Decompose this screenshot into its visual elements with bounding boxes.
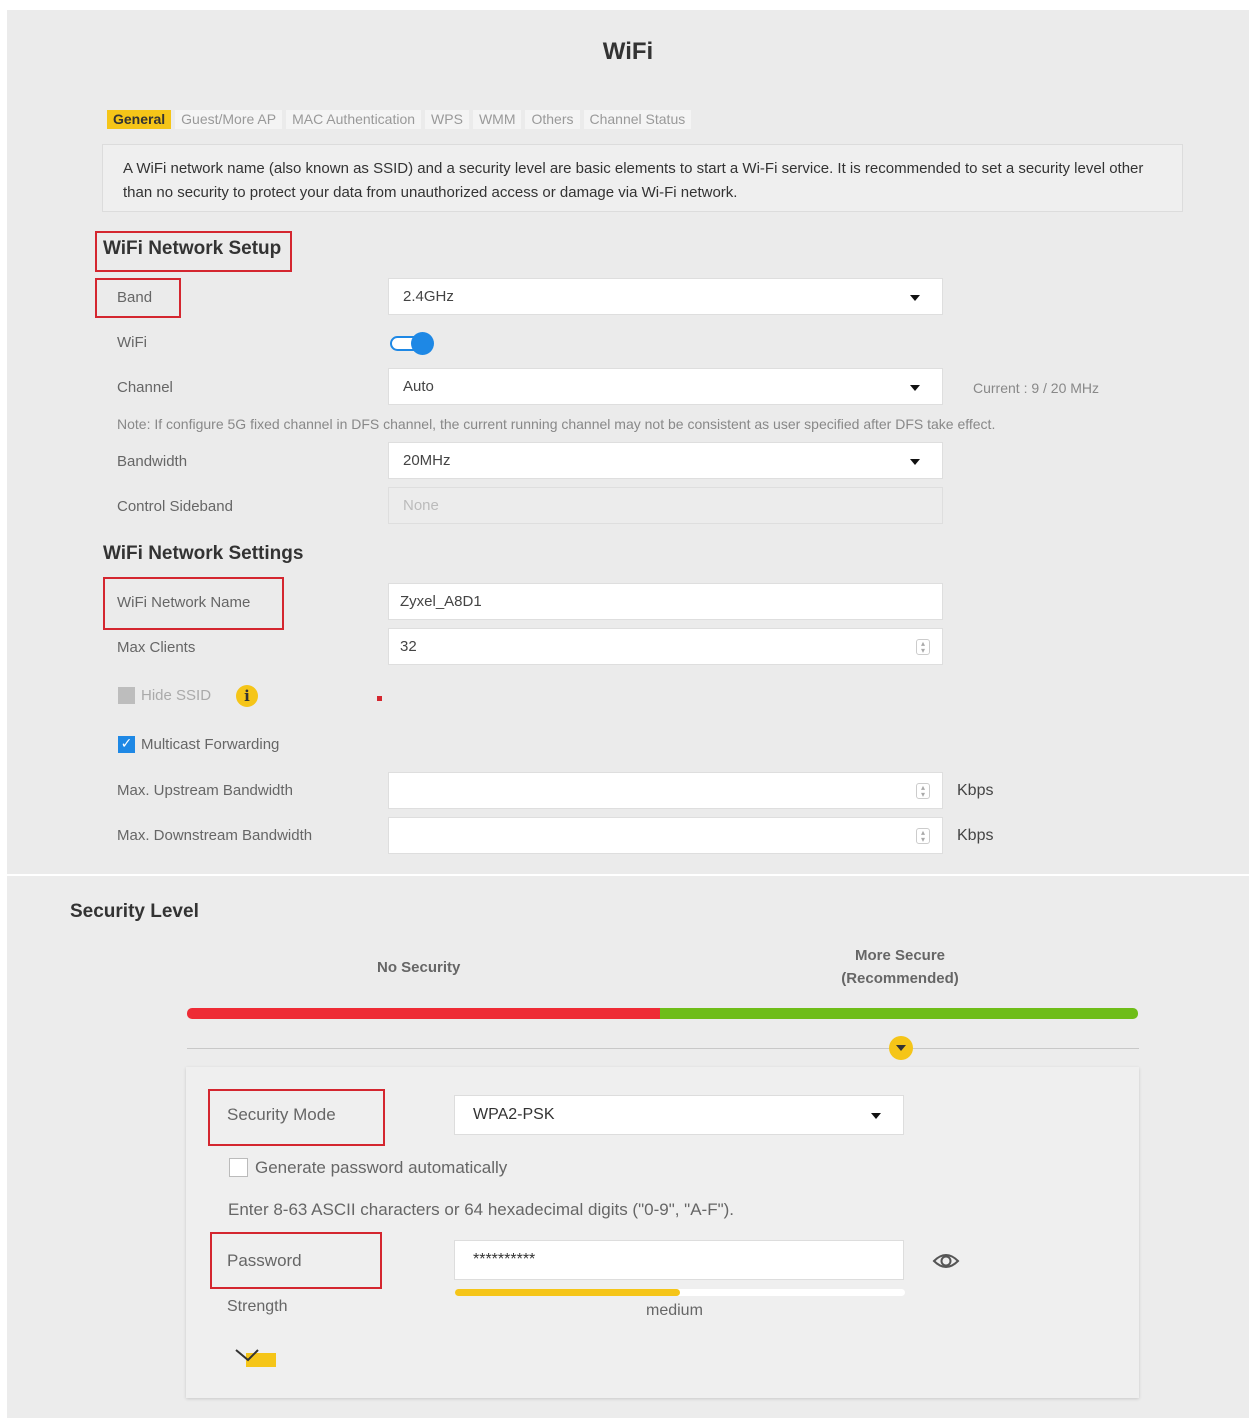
tab-channel-status[interactable]: Channel Status — [583, 110, 692, 129]
downstream-label: Max. Downstream Bandwidth — [117, 827, 313, 844]
tab-guest-more-ap[interactable]: Guest/More AP — [175, 110, 283, 129]
strength-text: medium — [646, 1302, 703, 1319]
section-title-network-setup: WiFi Network Setup — [103, 238, 282, 259]
upstream-label: Max. Upstream Bandwidth — [117, 782, 293, 799]
channel-select[interactable]: Auto — [388, 368, 943, 405]
toggle-knob — [411, 332, 434, 355]
band-select[interactable]: 2.4GHz — [388, 278, 943, 315]
tab-wps[interactable]: WPS — [425, 110, 469, 129]
spinner-icon[interactable]: ▴ ▾ — [916, 639, 930, 655]
generate-password-label: Generate password automatically — [255, 1158, 508, 1177]
recommended-line: (Recommended) — [841, 970, 959, 987]
tab-general[interactable]: General — [107, 110, 172, 129]
hide-ssid-checkbox[interactable] — [118, 687, 135, 704]
cursor-icon — [235, 1349, 276, 1367]
eye-icon[interactable] — [932, 1252, 960, 1270]
max-clients-input[interactable]: 32 ▴ ▾ — [388, 628, 943, 665]
tab-bar: General Guest/More AP MAC Authentication… — [107, 110, 695, 129]
band-value: 2.4GHz — [403, 288, 454, 305]
network-name-label: WiFi Network Name — [117, 594, 251, 611]
no-security-label: No Security — [377, 959, 461, 976]
security-bar-green — [660, 1008, 1138, 1019]
tab-mac-authentication[interactable]: MAC Authentication — [286, 110, 422, 129]
info-description: A WiFi network name (also known as SSID)… — [102, 144, 1183, 212]
strength-meter-fill — [455, 1289, 680, 1296]
section-title-network-settings: WiFi Network Settings — [103, 543, 304, 564]
security-mode-label: Security Mode — [227, 1105, 336, 1124]
wifi-general-panel: WiFi General Guest/More AP MAC Authentic… — [7, 10, 1249, 874]
bandwidth-label: Bandwidth — [117, 453, 188, 470]
channel-label: Channel — [117, 379, 173, 396]
more-secure-line: More Secure — [854, 947, 946, 964]
bandwidth-value: 20MHz — [403, 452, 451, 469]
multicast-label: Multicast Forwarding — [141, 736, 280, 753]
max-clients-value: 32 — [400, 638, 417, 655]
strength-label: Strength — [227, 1298, 288, 1315]
max-clients-label: Max Clients — [117, 639, 196, 656]
control-sideband-field: None — [388, 487, 943, 524]
multicast-checkbox[interactable]: ✓ — [118, 736, 135, 753]
section-title-security-level: Security Level — [70, 901, 199, 922]
page-title: WiFi — [602, 38, 654, 65]
downstream-input[interactable]: ▴ ▾ — [388, 817, 943, 854]
upstream-input[interactable]: ▴ ▾ — [388, 772, 943, 809]
channel-value: Auto — [403, 378, 434, 395]
chevron-down-icon — [910, 459, 920, 465]
wifi-toggle[interactable] — [390, 332, 434, 355]
tab-wmm[interactable]: WMM — [472, 110, 522, 129]
info-icon[interactable]: i — [236, 685, 258, 707]
security-mode-value: WPA2-PSK — [473, 1106, 555, 1123]
strength-meter — [455, 1289, 905, 1296]
spinner-icon[interactable]: ▴ ▾ — [916, 828, 930, 844]
security-level-panel: Security Level No Security More Secure (… — [7, 876, 1249, 1418]
security-bar-red — [187, 1008, 660, 1019]
spinner-icon[interactable]: ▴ ▾ — [916, 783, 930, 799]
wifi-label: WiFi — [117, 334, 147, 351]
security-slider-handle[interactable] — [889, 1036, 913, 1060]
downstream-unit: Kbps — [957, 827, 994, 844]
security-mode-card: Security Mode WPA2-PSK Generate password… — [186, 1067, 1139, 1398]
security-slider-track — [187, 1048, 1139, 1049]
password-label: Password — [227, 1251, 302, 1270]
control-sideband-label: Control Sideband — [117, 498, 233, 515]
password-hint: Enter 8-63 ASCII characters or 64 hexade… — [228, 1200, 735, 1219]
chevron-down-icon — [910, 385, 920, 391]
tab-others[interactable]: Others — [525, 110, 580, 129]
band-label: Band — [117, 289, 153, 306]
more-secure-label: More Secure (Recommended) — [825, 944, 975, 990]
channel-current-status: Current : 9 / 20 MHz — [973, 380, 1100, 396]
generate-password-checkbox[interactable] — [229, 1158, 248, 1177]
chevron-down-icon — [871, 1113, 881, 1119]
bandwidth-select[interactable]: 20MHz — [388, 442, 943, 479]
hide-ssid-label: Hide SSID — [141, 687, 212, 704]
password-input[interactable]: ********** — [454, 1240, 904, 1280]
dfs-note: Note: If configure 5G fixed channel in D… — [117, 416, 996, 432]
security-mode-select[interactable]: WPA2-PSK — [454, 1095, 904, 1135]
chevron-down-icon — [910, 295, 920, 301]
network-name-input[interactable]: Zyxel_A8D1 — [388, 583, 943, 620]
marker-dot — [377, 696, 382, 701]
upstream-unit: Kbps — [957, 782, 994, 799]
